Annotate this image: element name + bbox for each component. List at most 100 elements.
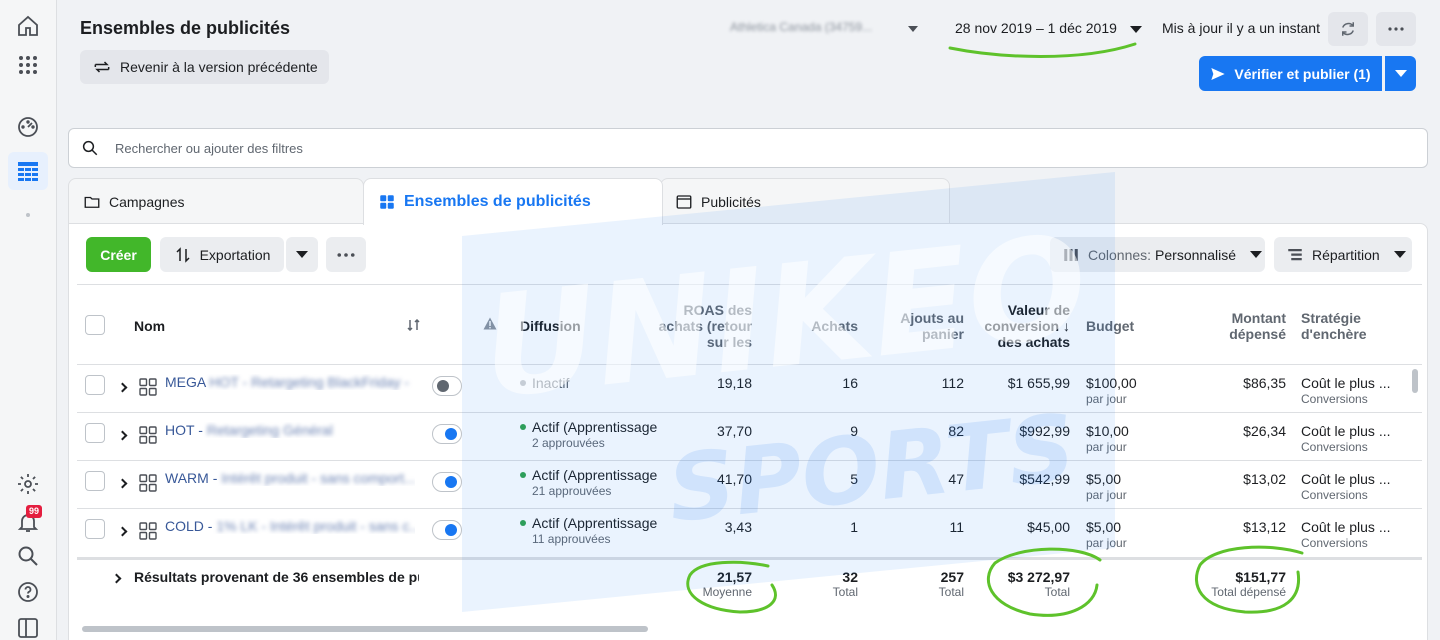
col-valeur-line2: conversion ↓ xyxy=(984,318,1070,334)
row-checkbox[interactable] xyxy=(85,471,105,491)
tab-publicites[interactable]: Publicités xyxy=(660,178,950,224)
settings-gear-icon[interactable] xyxy=(14,470,42,498)
chevron-right-icon[interactable] xyxy=(117,478,128,489)
tab-campagnes[interactable]: Campagnes xyxy=(68,178,364,224)
account-caret-icon[interactable] xyxy=(908,26,918,32)
publish-options-button[interactable] xyxy=(1385,56,1416,91)
row-checkbox[interactable] xyxy=(85,519,105,539)
adset-name-link[interactable]: HOT - Retargeting Général xyxy=(165,422,415,438)
adset-toggle[interactable] xyxy=(432,376,462,396)
ellipsis-icon xyxy=(337,252,355,257)
totals-achats-sub: Total xyxy=(832,585,858,599)
col-name[interactable]: Nom xyxy=(134,318,165,334)
adset-toggle[interactable] xyxy=(432,472,462,492)
col-budget[interactable]: Budget xyxy=(1086,318,1134,334)
apps-grid-icon[interactable] xyxy=(14,51,42,79)
underline-annotation xyxy=(948,42,1137,58)
table-row[interactable]: COLD - 1% LK - Intérêt produit - sans c.… xyxy=(77,509,1422,557)
toolbar-more-button[interactable] xyxy=(326,237,366,272)
chevron-right-icon[interactable] xyxy=(117,382,128,393)
export-options-button[interactable] xyxy=(286,237,318,272)
review-publish-button[interactable]: Vérifier et publier (1) xyxy=(1199,56,1382,91)
adset-name-link[interactable]: COLD - 1% LK - Intérêt produit - sans c.… xyxy=(165,518,415,534)
col-montant[interactable]: Montant dépensé xyxy=(1229,310,1286,342)
chevron-down-icon xyxy=(1249,251,1262,258)
table-row[interactable]: HOT - Retargeting Général Actif (Apprent… xyxy=(77,413,1422,461)
search-icon[interactable] xyxy=(14,542,42,570)
select-all-checkbox[interactable] xyxy=(85,315,105,335)
adset-name-link[interactable]: WARM - Intérêt produit - sans comport... xyxy=(165,470,415,486)
columns-selector[interactable]: Colonnes: Personnalisé xyxy=(1050,237,1265,272)
budget-value[interactable]: $100,00 par jour xyxy=(1086,375,1137,407)
panier-value: 82 xyxy=(948,423,964,439)
col-valeur[interactable]: Valeur de conversion ↓ des achats xyxy=(984,302,1070,350)
budget-period: par jour xyxy=(1086,488,1127,502)
delivery-status: Actif (Apprentissage 2 approuvées xyxy=(520,419,657,451)
delivery-status: Actif (Apprentissage 21 approuvées xyxy=(520,467,657,499)
adset-grid-icon xyxy=(139,378,157,396)
adset-name-link[interactable]: MEGA HOT - Retargeting BlackFriday - xyxy=(165,374,415,390)
col-diffusion[interactable]: Diffusion xyxy=(520,318,581,334)
panier-value: 112 xyxy=(941,375,964,391)
export-arrows-icon xyxy=(176,246,190,263)
row-checkbox[interactable] xyxy=(85,423,105,443)
search-icon xyxy=(82,140,98,156)
create-button[interactable]: Créer xyxy=(86,237,151,272)
strategie-text: Coût le plus ... xyxy=(1301,519,1391,535)
col-strategie[interactable]: Stratégie d'enchère xyxy=(1301,310,1367,342)
table-grid-icon[interactable] xyxy=(14,157,42,185)
adset-toggle[interactable] xyxy=(432,520,462,540)
help-question-icon[interactable] xyxy=(14,578,42,606)
tab-ensembles[interactable]: Ensembles de publicités xyxy=(363,178,663,225)
table-row[interactable]: WARM - Intérêt produit - sans comport...… xyxy=(77,461,1422,509)
grid-squares-icon xyxy=(380,195,394,209)
toggle-knob xyxy=(445,524,457,536)
totals-roas-sub: Moyenne xyxy=(702,585,752,599)
vertical-scrollbar[interactable] xyxy=(1412,369,1418,393)
strategie-value: Coût le plus ... Conversions xyxy=(1301,519,1391,551)
budget-period: par jour xyxy=(1086,440,1127,454)
table-row[interactable]: MEGA HOT - Retargeting BlackFriday - Ina… xyxy=(77,365,1422,413)
budget-value[interactable]: $5,00 par jour xyxy=(1086,471,1127,503)
adset-name-prefix: WARM - xyxy=(165,470,222,486)
budget-value[interactable]: $5,00 par jour xyxy=(1086,519,1127,551)
totals-label: Résultats provenant de 36 ensembles de p… xyxy=(134,569,419,585)
filter-search-bar[interactable] xyxy=(68,128,1428,168)
chevron-right-icon[interactable] xyxy=(117,526,128,537)
date-range-picker[interactable]: 28 nov 2019 – 1 déc 2019 xyxy=(955,20,1117,36)
horizontal-scrollbar[interactable] xyxy=(82,626,648,632)
col-roas[interactable]: ROAS des achats (retour sur les xyxy=(659,302,752,350)
breakdown-selector[interactable]: Répartition xyxy=(1274,237,1412,272)
refresh-icon xyxy=(1342,22,1354,36)
roas-value: 3,43 xyxy=(724,519,752,535)
row-checkbox[interactable] xyxy=(85,375,105,395)
montant-value: $13,12 xyxy=(1243,519,1286,535)
refresh-button[interactable] xyxy=(1328,12,1368,46)
panel-toggle-icon[interactable] xyxy=(14,614,42,640)
revert-version-button[interactable]: Revenir à la version précédente xyxy=(80,50,329,84)
sort-arrows-icon[interactable] xyxy=(407,319,421,331)
more-options-button[interactable] xyxy=(1376,12,1416,46)
send-icon xyxy=(1211,67,1226,80)
chevron-down-icon xyxy=(296,251,308,258)
home-icon[interactable] xyxy=(14,12,42,40)
adset-name-redacted: HOT - Retargeting BlackFriday - xyxy=(209,374,410,390)
date-caret-icon[interactable] xyxy=(1130,26,1142,33)
export-button[interactable]: Exportation xyxy=(160,237,284,272)
col-panier[interactable]: Ajouts au panier xyxy=(900,310,964,342)
strategie-value: Coût le plus ... Conversions xyxy=(1301,375,1391,407)
totals-roas-value: 21,57 xyxy=(716,569,752,585)
budget-value[interactable]: $10,00 par jour xyxy=(1086,423,1129,455)
dashboard-gauge-icon[interactable] xyxy=(14,113,42,141)
adset-toggle[interactable] xyxy=(432,424,462,444)
chevron-right-icon[interactable] xyxy=(111,573,122,584)
col-achats[interactable]: Achats xyxy=(811,318,858,334)
account-selector[interactable]: Athletica Canada (34759... xyxy=(730,20,872,34)
warning-icon[interactable] xyxy=(483,317,497,330)
search-input[interactable] xyxy=(115,140,1015,156)
totals-roas: 21,57 Moyenne xyxy=(703,569,752,600)
adset-grid-icon xyxy=(139,474,157,492)
chevron-down-icon xyxy=(1394,70,1407,77)
strategie-value: Coût le plus ... Conversions xyxy=(1301,471,1391,503)
chevron-right-icon[interactable] xyxy=(117,430,128,441)
